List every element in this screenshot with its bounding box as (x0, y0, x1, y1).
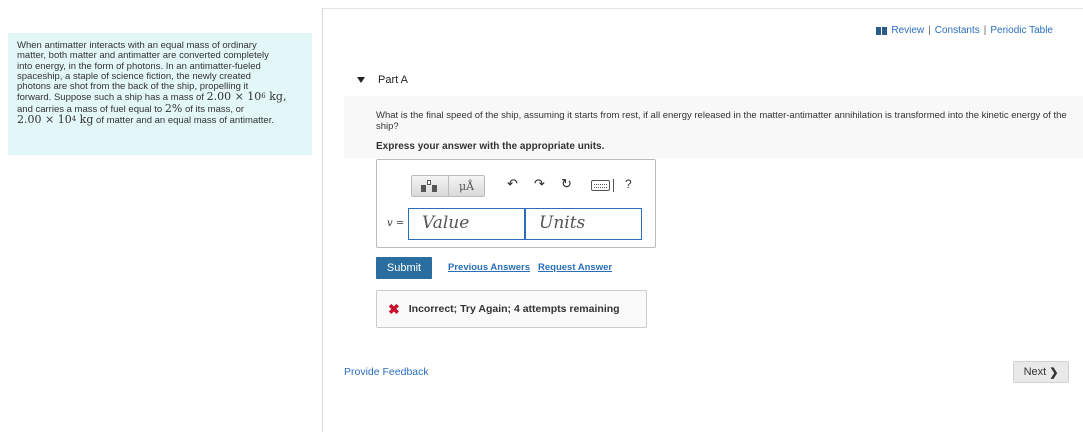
fuel-percent: 2% (164, 101, 183, 115)
provide-feedback-link[interactable]: Provide Feedback (344, 366, 429, 378)
units-icon: μÅ (458, 179, 475, 193)
reset-icon[interactable]: ↻ (561, 176, 572, 192)
top-divider (323, 8, 1083, 9)
problem-line: 2.00 × 104 kg of matter and an equal mas… (17, 113, 303, 127)
chevron-right-icon: ❯ (1049, 366, 1059, 379)
submit-button[interactable]: Submit (376, 257, 432, 279)
header-links: Review | Constants | Periodic Table (876, 25, 1053, 36)
feedback-message: ✖ Incorrect; Try Again; 4 attempts remai… (376, 290, 647, 328)
question-text: What is the final speed of the ship, ass… (376, 110, 1067, 132)
feedback-text: Incorrect; Try Again; 4 attempts remaini… (408, 303, 620, 315)
periodic-table-link[interactable]: Periodic Table (990, 25, 1053, 36)
part-title: Part A (378, 74, 408, 86)
keyboard-cursor-icon (613, 179, 614, 192)
review-link[interactable]: Review (891, 25, 924, 36)
ship-mass: 2.00 × 106 kg, (206, 90, 287, 104)
problem-statement: When antimatter interacts with an equal … (8, 33, 312, 155)
units-input[interactable]: Units (525, 208, 642, 240)
templates-button[interactable] (412, 176, 448, 196)
keyboard-icon[interactable] (591, 180, 610, 191)
problem-text: of matter and an equal mass of antimatte… (93, 115, 274, 127)
templates-icon (420, 180, 439, 192)
problem-text: of its mass, or (182, 103, 245, 115)
express-instruction: Express your answer with the appropriate… (376, 141, 605, 152)
variable-label: v = (387, 218, 405, 229)
help-icon[interactable]: ? (625, 177, 632, 191)
column-divider (322, 8, 323, 432)
units-button[interactable]: μÅ (447, 176, 484, 196)
previous-answers-link[interactable]: Previous Answers (448, 262, 530, 273)
part-a-header[interactable]: Part A (344, 64, 1083, 96)
value-input[interactable]: Value (408, 208, 525, 240)
link-separator: | (928, 25, 931, 36)
constants-link[interactable]: Constants (935, 25, 980, 36)
redo-icon[interactable]: ↷ (534, 176, 545, 192)
answer-box: μÅ ↶ ↷ ↻ ? v = Value Units (376, 159, 656, 248)
template-button-group: μÅ (411, 175, 485, 197)
book-icon (876, 26, 888, 35)
next-label: Next (1023, 366, 1047, 378)
next-button[interactable]: Next ❯ (1013, 361, 1069, 383)
problem-line: forward. Suppose such a ship has a mass … (17, 90, 303, 104)
fuel-mass: 2.00 × 104 kg (17, 113, 94, 127)
caret-down-icon[interactable] (357, 77, 365, 83)
undo-icon[interactable]: ↶ (507, 176, 518, 192)
request-answer-link[interactable]: Request Answer (538, 262, 612, 273)
error-x-icon: ✖ (388, 300, 400, 317)
link-separator: | (983, 25, 987, 36)
